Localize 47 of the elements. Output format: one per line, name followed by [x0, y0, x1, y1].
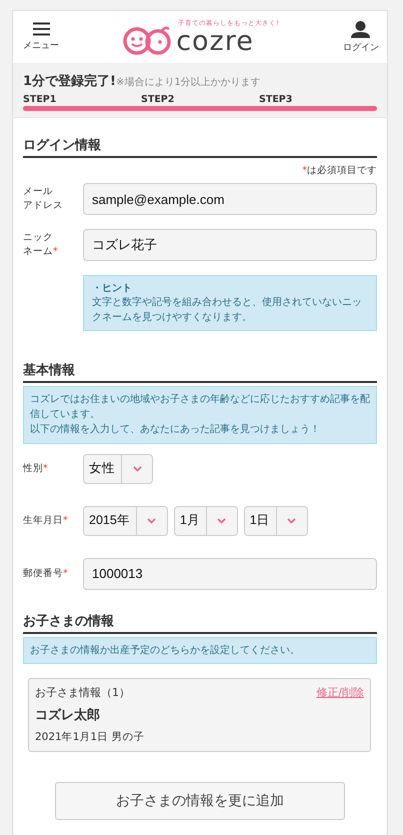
- text-field[interactable]: コズレ花子: [83, 229, 377, 261]
- child-details: 2021年1月1日 男の子: [35, 730, 146, 744]
- section-heading: 基本情報: [23, 361, 377, 383]
- chevron-down-icon: [217, 518, 226, 524]
- dropdown[interactable]: 女性: [83, 454, 153, 484]
- child-card-title: お子さま情報（1）: [35, 684, 130, 700]
- step-label: STEP3: [259, 94, 294, 105]
- menu-icon: [32, 22, 50, 36]
- field-label: 郵便番号: [23, 568, 63, 579]
- field-label: アドレス: [23, 200, 63, 211]
- progress-title: 1分で登録完了!: [23, 74, 116, 89]
- hint-text: 文字と数字や記号を組み合わせると、使用されていないニックネームを見つけやすくなります。: [92, 296, 363, 325]
- menu-button[interactable]: メニュー: [23, 22, 59, 52]
- field-label: ネーム: [23, 246, 53, 257]
- section-heading: ログイン情報: [23, 136, 377, 158]
- progress-note: ※場合により1分以上かかります: [116, 77, 261, 88]
- required-mark: *: [302, 165, 307, 176]
- field-label: メール: [23, 186, 53, 198]
- smiley-faces-icon: [123, 25, 174, 55]
- field-label: 生年月日: [23, 514, 63, 526]
- hint-title: ・ヒント: [92, 282, 133, 295]
- step-label: STEP1: [23, 94, 58, 105]
- dropdown[interactable]: 1日: [244, 506, 308, 536]
- dropdown[interactable]: 1月: [174, 506, 238, 536]
- user-icon: [351, 20, 370, 38]
- step-label: STEP2: [141, 94, 176, 105]
- info-text: 以下の情報を入力して、あなたにあった記事を見つけましょう！: [30, 422, 321, 438]
- logo-text[interactable]: cozre: [176, 28, 254, 55]
- info-text: コズレではお住まいの地域やお子さまの年齢などに応じたおすすめ記事を配信しています。: [30, 392, 370, 422]
- field-label: ニック: [23, 232, 53, 244]
- field-label: 性別: [23, 462, 43, 474]
- text-field[interactable]: sample@example.com: [83, 183, 377, 215]
- required-mark: *: [43, 462, 48, 474]
- required-mark: *: [53, 246, 58, 257]
- info-box: お子さまの情報か出産予定のどちらかを設定してください。: [23, 636, 377, 664]
- required-mark: *: [63, 514, 68, 526]
- section-heading: お子さまの情報: [23, 612, 377, 634]
- login-button[interactable]: ログイン: [342, 20, 379, 54]
- dropdown[interactable]: 2015年: [83, 506, 168, 536]
- required-mark: *: [63, 568, 68, 579]
- text-field[interactable]: 1000013: [83, 558, 377, 590]
- chevron-down-icon: [132, 466, 142, 472]
- child-name: コズレ太郎: [35, 706, 101, 724]
- chevron-down-icon: [147, 518, 156, 524]
- required-note: は必須項目です: [307, 165, 377, 176]
- chevron-down-icon: [287, 518, 296, 524]
- add-child-button[interactable]: お子さまの情報を更に追加: [55, 782, 345, 820]
